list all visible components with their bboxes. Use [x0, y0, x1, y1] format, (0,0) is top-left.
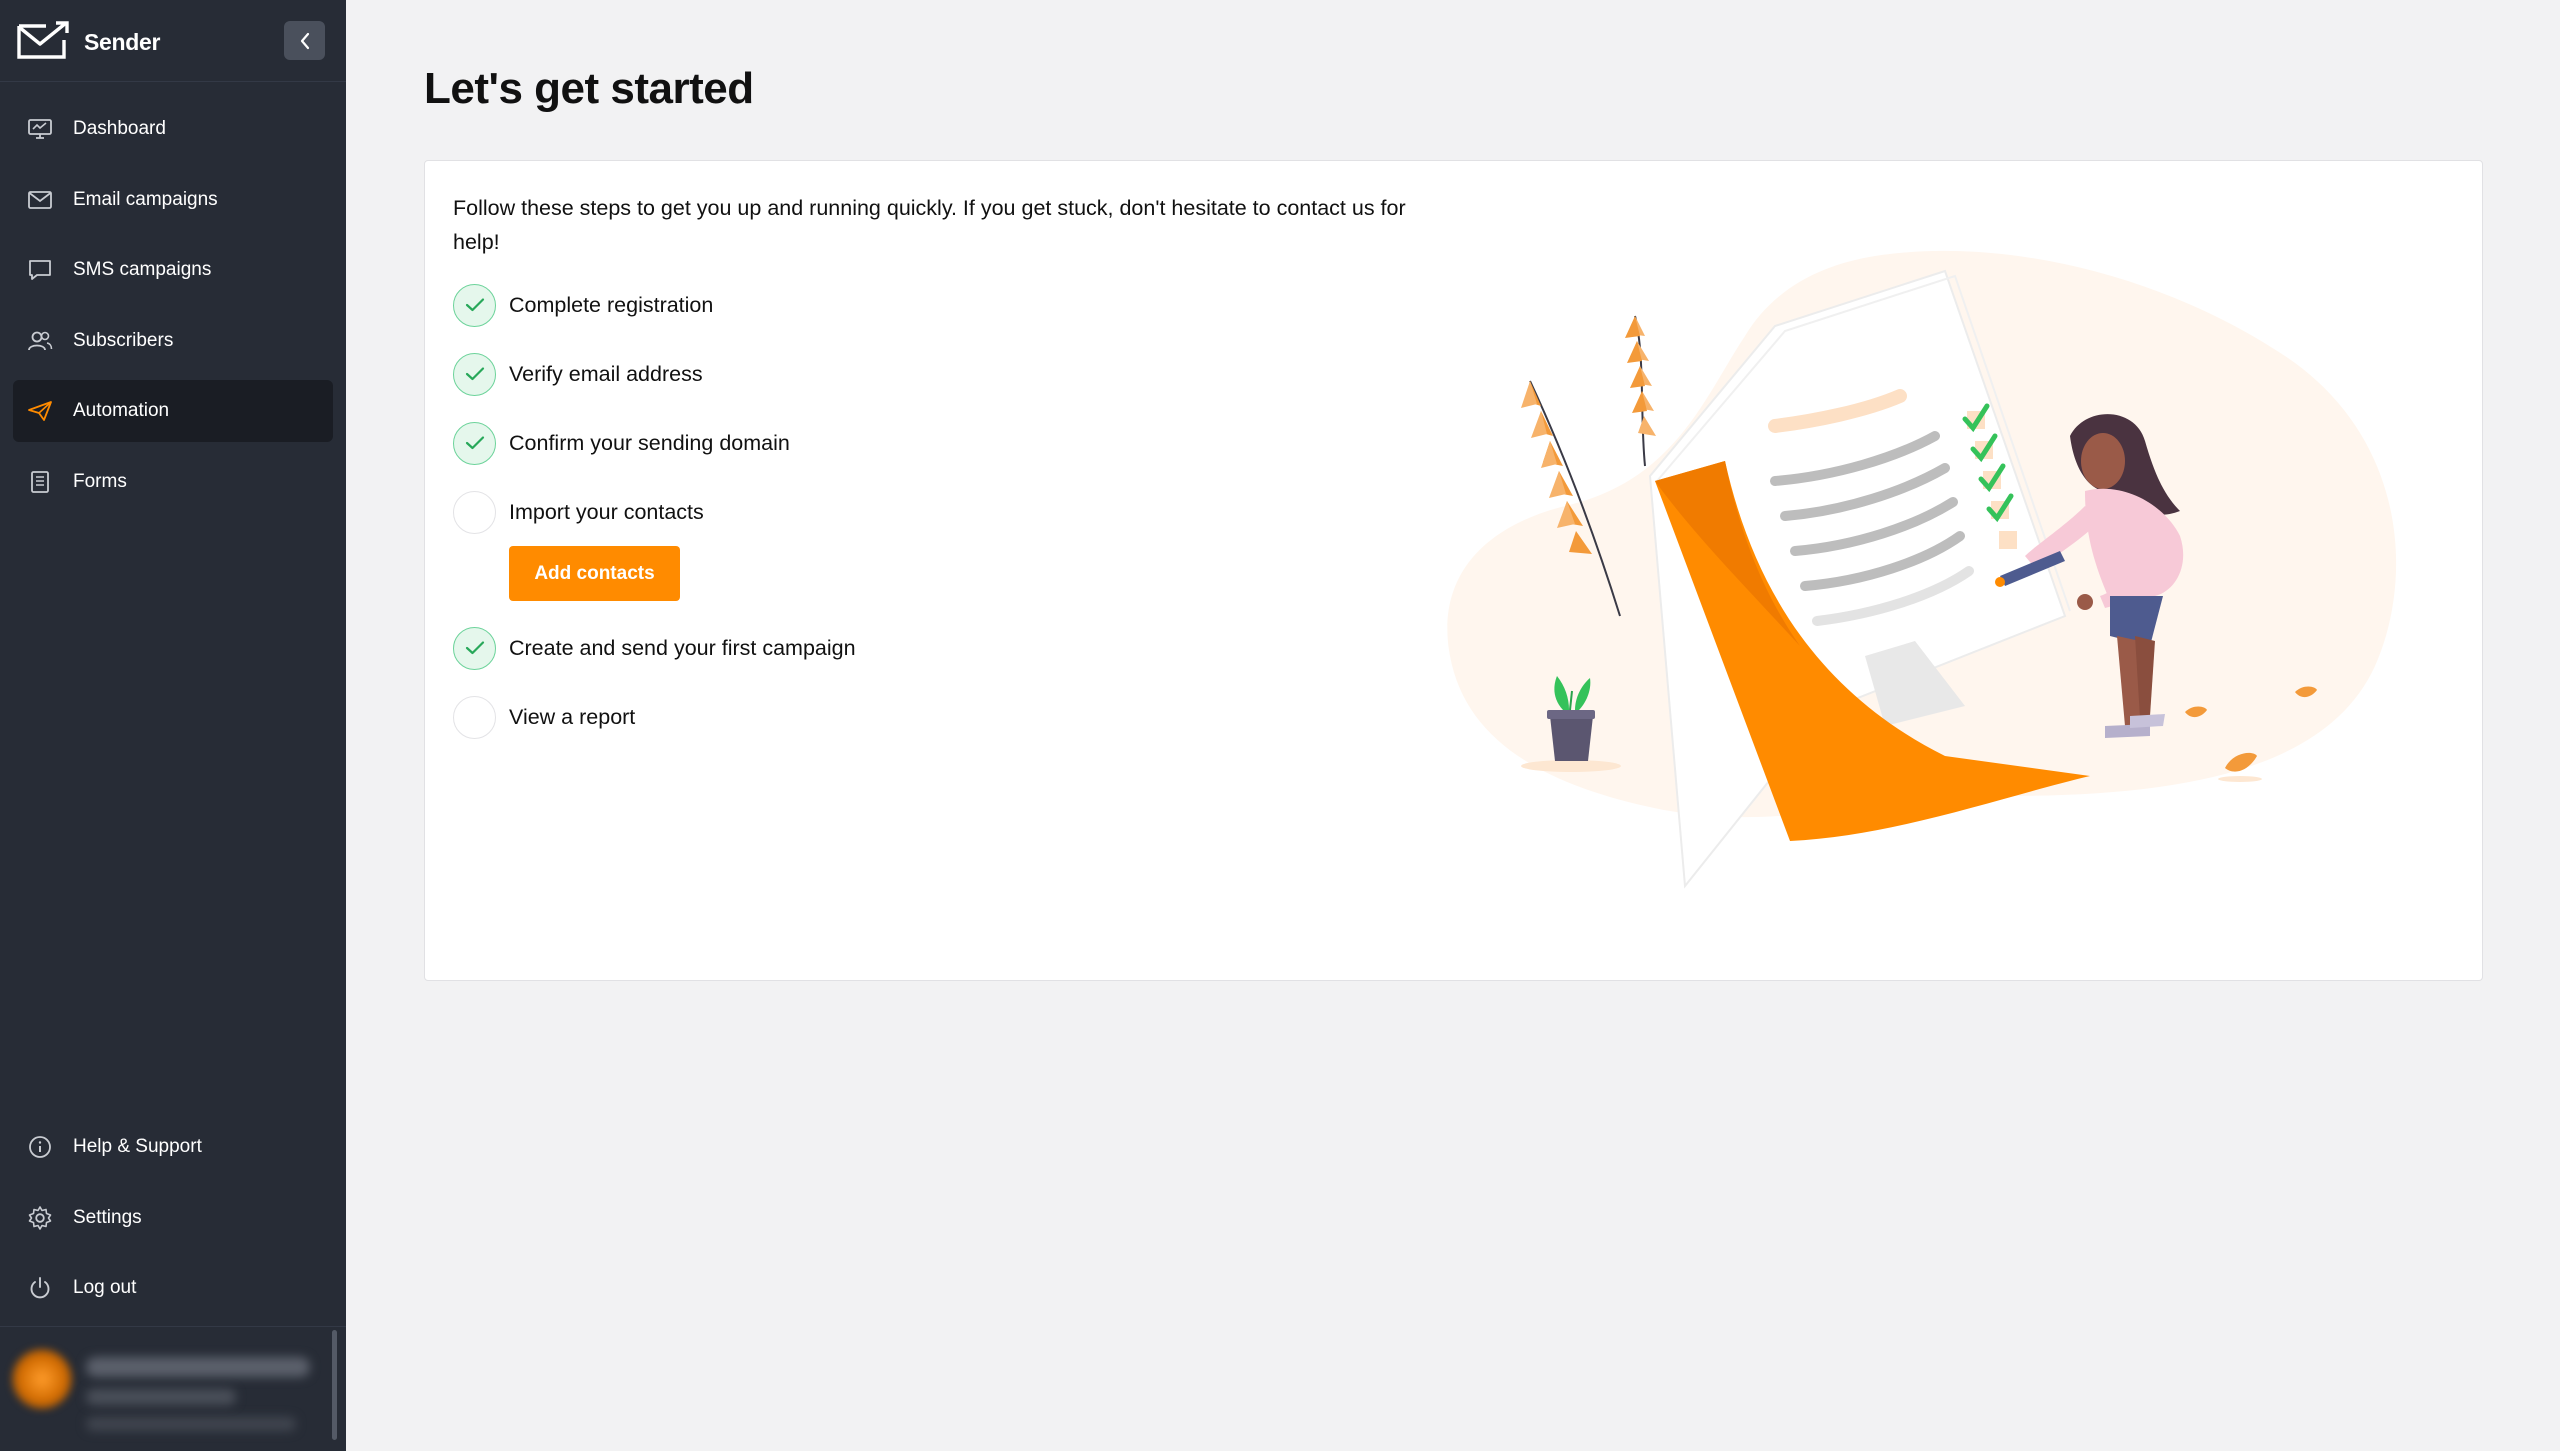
step-label: Import your contacts — [509, 499, 704, 524]
step-complete-registration: Complete registration — [453, 283, 713, 327]
sidebar-item-label: Email campaigns — [73, 189, 218, 210]
power-icon — [27, 1275, 53, 1301]
step-status-unchecked — [453, 695, 496, 739]
step-label: View a report — [509, 704, 636, 729]
step-view-report: View a report — [453, 695, 635, 739]
sidebar-item-label: Settings — [73, 1207, 142, 1228]
form-icon — [27, 469, 53, 495]
sidebar-scrollbar[interactable] — [332, 1330, 337, 1440]
sidebar-item-settings[interactable]: Settings — [13, 1187, 333, 1249]
account-switcher[interactable] — [0, 1326, 346, 1451]
envelope-icon — [27, 187, 53, 213]
check-icon — [465, 298, 484, 312]
sidebar-item-dashboard[interactable]: Dashboard — [13, 98, 333, 160]
sidebar-item-automation[interactable]: Automation — [13, 380, 333, 442]
chevron-left-icon — [300, 32, 309, 49]
info-icon — [27, 1134, 53, 1160]
step-verify-email: Verify email address — [453, 352, 703, 396]
sidebar-header: Sender — [0, 0, 346, 82]
sidebar-item-forms[interactable]: Forms — [13, 451, 333, 513]
sidebar-item-sms-campaigns[interactable]: SMS campaigns — [13, 239, 333, 301]
sidebar-item-label: SMS campaigns — [73, 259, 212, 280]
sidebar-item-label: Log out — [73, 1277, 137, 1298]
step-status-checked — [453, 421, 496, 465]
add-contacts-button[interactable]: Add contacts — [509, 546, 680, 601]
sidebar-item-label: Help & Support — [73, 1136, 202, 1157]
sidebar-item-label: Dashboard — [73, 118, 166, 139]
collapse-sidebar-button[interactable] — [284, 21, 325, 60]
step-create-campaign: Create and send your first campaign — [453, 626, 856, 670]
check-icon — [465, 436, 484, 450]
sidebar-item-label: Subscribers — [73, 330, 174, 351]
getting-started-card: Follow these steps to get you up and run… — [424, 160, 2483, 981]
check-icon — [465, 641, 484, 655]
step-label: Create and send your first campaign — [509, 635, 856, 660]
users-icon — [27, 328, 53, 354]
step-status-checked — [453, 352, 496, 396]
sidebar-item-label: Automation — [73, 400, 170, 421]
intro-text: Follow these steps to get you up and run… — [453, 196, 1406, 254]
check-icon — [465, 367, 484, 381]
paper-plane-icon — [27, 398, 53, 424]
sidebar-item-subscribers[interactable]: Subscribers — [13, 310, 333, 372]
step-status-checked — [453, 283, 496, 327]
chat-bubble-icon — [27, 257, 53, 283]
step-status-checked — [453, 626, 496, 670]
sender-logo-icon[interactable] — [16, 20, 70, 60]
page-title: Let's get started — [424, 64, 754, 113]
step-label: Verify email address — [509, 361, 703, 386]
sidebar: Sender Dashboard Email campaigns SMS cam… — [0, 0, 346, 1451]
account-name-redacted — [86, 1357, 310, 1377]
gear-icon — [27, 1205, 53, 1231]
account-plan-redacted — [86, 1389, 236, 1405]
account-email-redacted — [86, 1417, 296, 1431]
brand-name: Sender — [84, 29, 161, 55]
avatar — [12, 1349, 72, 1409]
sidebar-item-log-out[interactable]: Log out — [13, 1257, 333, 1319]
sidebar-item-label: Forms — [73, 471, 127, 492]
step-label: Complete registration — [509, 292, 714, 317]
checklist-illustration — [1447, 250, 2397, 889]
sidebar-item-email-campaigns[interactable]: Email campaigns — [13, 169, 333, 231]
step-label: Confirm your sending domain — [509, 430, 790, 455]
monitor-icon — [27, 116, 53, 142]
step-confirm-domain: Confirm your sending domain — [453, 421, 790, 465]
sidebar-item-help-support[interactable]: Help & Support — [13, 1116, 333, 1178]
step-status-unchecked — [453, 490, 496, 534]
step-import-contacts: Import your contacts — [453, 490, 704, 534]
